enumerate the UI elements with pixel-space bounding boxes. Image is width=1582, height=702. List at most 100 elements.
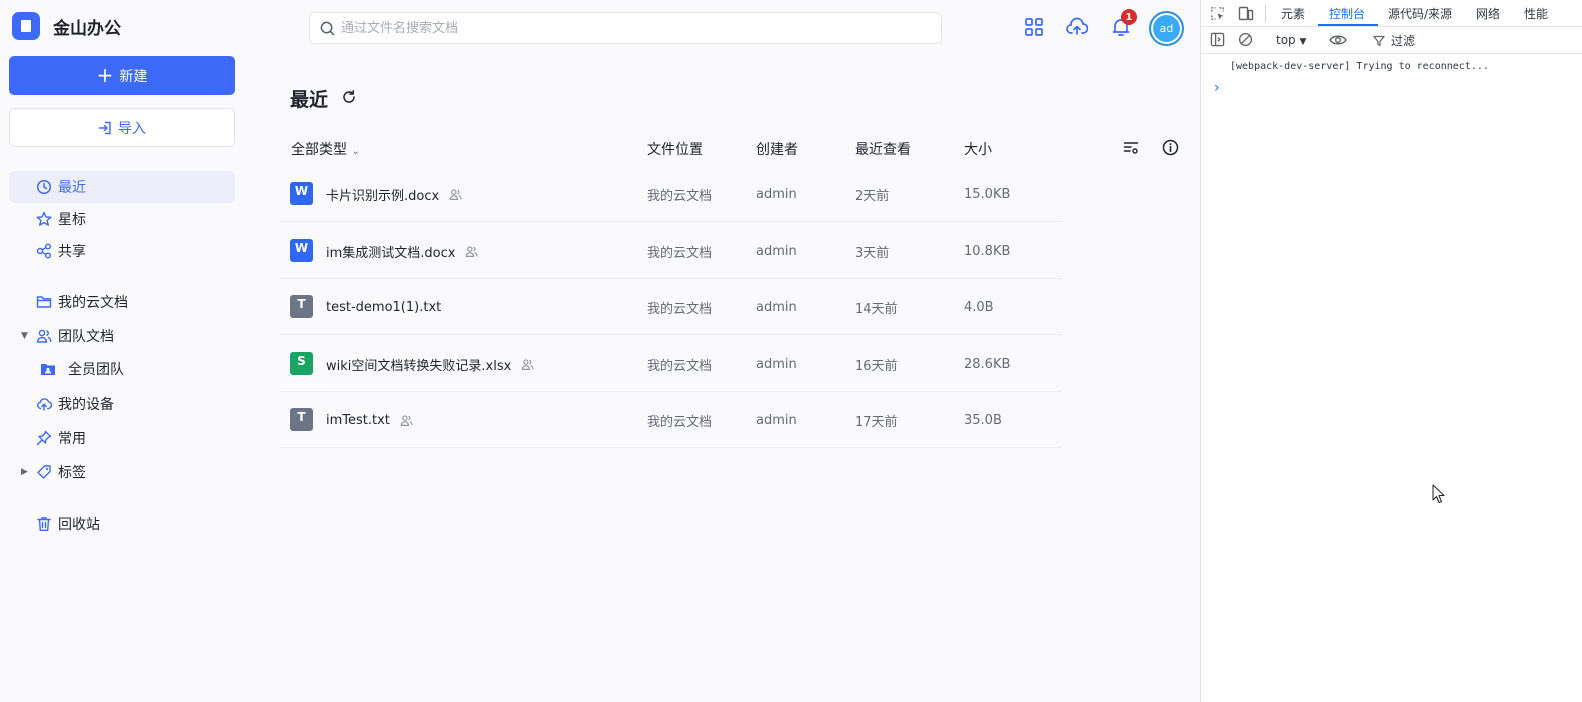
devtools-panel: 元素 控制台 源代码/来源 网络 性能 top ▼ 过滤 [webpack-de… [1200,0,1582,702]
trash-icon [36,516,52,532]
import-button[interactable]: 导入 [9,108,235,147]
tag-icon [36,464,52,480]
avatar[interactable]: ad [1149,11,1184,46]
file-creator: admin [756,412,797,428]
import-button-label: 导入 [118,120,146,137]
table-row[interactable]: T test-demo1(1).txt 我的云文档 admin 14天前 4.0… [280,279,1062,335]
column-header-creator: 创建者 [756,142,798,158]
eye-icon[interactable] [1329,33,1347,47]
file-name[interactable]: imTest.txt [326,413,390,428]
file-name[interactable]: 卡片识别示例.docx [326,185,439,204]
column-header-size[interactable]: 大小 [964,139,992,159]
caret-down-icon: ▼ [1299,37,1307,47]
search-input[interactable] [341,20,921,36]
sidebar-item-trash[interactable]: 回收站 [9,508,235,540]
app-window: 金山办公 1 ad + 新建 导入 最近 星标 共享 我的云文档 [0,0,1200,702]
notification-badge: 1 [1121,9,1137,25]
sidebar-item-starred[interactable]: 星标 [9,203,235,235]
sidebar-item-shared[interactable]: 共享 [9,235,235,267]
file-creator: admin [756,299,797,315]
text-file-icon: T [290,408,313,431]
pin-icon [36,430,52,446]
sidebar-item-label: 常用 [58,431,86,447]
page-title: 最近 [290,89,329,111]
table-row[interactable]: T imTest.txt 我的云文档 admin 17天前 35.0B [280,392,1062,448]
shared-users-icon [521,358,534,371]
table-row[interactable]: W im集成测试文档.docx 我的云文档 admin 3天前 10.8KB [280,223,1062,279]
file-location: 我的云文档 [647,414,713,430]
shared-users-icon [465,245,478,258]
file-name[interactable]: im集成测试文档.docx [326,242,455,261]
file-viewed: 16天前 [855,358,898,374]
sidebar-item-all-members-team[interactable]: 全员团队 [9,353,235,385]
file-name[interactable]: test-demo1(1).txt [326,300,441,315]
column-header-viewed[interactable]: 最近查看 [855,139,911,159]
type-filter-dropdown[interactable]: 全部类型 ⌄ [291,139,360,159]
clear-console-icon[interactable] [1238,32,1253,47]
info-icon[interactable] [1162,139,1179,156]
refresh-icon[interactable] [341,89,357,105]
sidebar-item-my-devices[interactable]: 我的设备 [9,388,235,420]
filter-input[interactable]: 过滤 [1373,32,1415,49]
tab-console[interactable]: 控制台 [1329,5,1365,22]
team-icon [36,328,52,344]
sidebar-item-label: 共享 [58,244,86,260]
file-size: 4.0B [964,299,994,315]
star-icon [36,211,52,227]
file-creator: admin [756,243,797,259]
table-row[interactable]: S wiki空间文档转换失败记录.xlsx 我的云文档 admin 16天前 2… [280,336,1062,392]
new-button[interactable]: + 新建 [9,56,235,95]
sidebar-item-recent[interactable]: 最近 [9,171,235,203]
tab-network[interactable]: 网络 [1476,5,1500,22]
import-icon [98,121,111,134]
word-file-icon: W [290,239,313,262]
file-size: 15.0KB [964,186,1011,202]
team-folder-icon [40,361,56,377]
apps-grid-icon[interactable] [1021,14,1047,40]
shared-users-icon [400,414,413,427]
new-button-label: 新建 [119,68,148,85]
context-selector[interactable]: top ▼ [1276,33,1306,47]
plus-icon: + [96,62,114,87]
console-message: [webpack-dev-server] Trying to reconnect… [1230,61,1489,72]
divider [1265,5,1266,22]
caret-down-icon[interactable]: ▼ [21,331,28,341]
sidebar-item-my-cloud-docs[interactable]: 我的云文档 [9,286,235,318]
caret-right-icon[interactable]: ▶ [21,467,28,477]
inspect-element-icon[interactable] [1210,6,1225,21]
cloud-upload-icon[interactable] [1064,14,1090,40]
file-size: 35.0B [964,412,1002,428]
search-icon [320,21,335,35]
file-location: 我的云文档 [647,358,713,374]
device-toggle-icon[interactable] [1238,6,1254,21]
active-tab-indicator [1318,24,1378,26]
sidebar-toggle-icon[interactable] [1210,32,1225,47]
file-size: 10.8KB [964,243,1011,259]
sidebar-item-label: 我的设备 [58,397,114,413]
sidebar-item-team-docs[interactable]: ▼ 团队文档 [9,320,235,352]
file-viewed: 14天前 [855,301,898,317]
console-prompt[interactable]: › [1214,80,1220,96]
sidebar-item-frequent[interactable]: 常用 [9,422,235,454]
column-settings-icon[interactable] [1123,140,1139,156]
tab-elements[interactable]: 元素 [1281,5,1305,22]
tab-performance[interactable]: 性能 [1524,5,1548,22]
sidebar-item-label: 团队文档 [58,329,114,345]
sidebar-item-tags[interactable]: ▶ 标签 [9,456,235,488]
text-file-icon: T [290,295,313,318]
file-viewed: 2天前 [855,188,890,204]
file-viewed: 3天前 [855,245,890,261]
sidebar-item-label: 回收站 [58,517,100,533]
search-box[interactable] [309,12,942,44]
brand-logo-icon [12,12,40,40]
sidebar-item-label: 我的云文档 [58,295,128,311]
brand: 金山办公 [12,12,121,40]
file-size: 28.6KB [964,356,1011,372]
file-name[interactable]: wiki空间文档转换失败记录.xlsx [326,355,511,374]
brand-name: 金山办公 [53,18,121,39]
shared-users-icon [449,188,462,201]
file-viewed: 17天前 [855,414,898,430]
tab-sources[interactable]: 源代码/来源 [1388,5,1452,22]
table-row[interactable]: W 卡片识别示例.docx 我的云文档 admin 2天前 15.0KB [280,166,1062,222]
filter-icon [1373,35,1385,46]
